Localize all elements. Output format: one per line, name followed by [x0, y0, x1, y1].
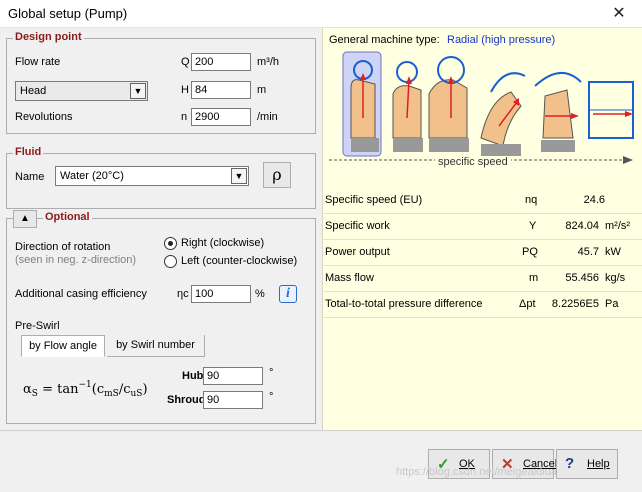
casing-efficiency-label: Additional casing efficiency	[15, 288, 147, 300]
casing-unit: %	[255, 288, 265, 300]
flow-rate-label: Flow rate	[15, 56, 61, 68]
revolutions-label: Revolutions	[15, 111, 73, 123]
result-unit: kg/s	[605, 272, 626, 284]
rotation-right-radio[interactable]	[164, 237, 177, 250]
hub-label: Hub	[182, 370, 204, 382]
rev-symbol: n	[181, 111, 188, 123]
hub-unit: °	[269, 367, 274, 379]
fluid-name-label: Name	[15, 171, 45, 183]
dialog-button-bar: ✓ OK ✕ Cancel ? Help	[0, 430, 642, 492]
result-unit: m²/s²	[605, 220, 631, 232]
flow-rate-input[interactable]	[191, 53, 251, 71]
impeller-mixed-flow	[480, 72, 526, 156]
density-button[interactable]: ρ	[263, 162, 291, 188]
hub-input[interactable]	[203, 367, 263, 385]
fluid-select[interactable]: Water (20°C) ▼	[55, 166, 249, 186]
result-symbol: PQ	[522, 246, 538, 258]
fluid-select-value: Water (20°C)	[60, 170, 124, 182]
flow-symbol: Q	[181, 56, 190, 68]
machine-type-value: Radial (high pressure)	[447, 34, 556, 46]
result-unit: kW	[605, 246, 621, 258]
result-row: Specific speed (EU) nq 24.6	[323, 188, 642, 214]
result-row: Power output PQ 45.7 kW	[323, 240, 642, 266]
result-row: Mass flow m 55.456 kg/s	[323, 266, 642, 292]
watermark-text: https://blog.csdn.net/meigeaidiua	[396, 466, 557, 478]
speed-axis-arrow	[623, 156, 633, 164]
preswirl-formula: αS = tan−1(cmS/cuS)	[23, 380, 148, 399]
result-symbol: Y	[529, 220, 537, 232]
machine-type-diagram	[329, 51, 634, 164]
result-unit: Pa	[605, 298, 619, 310]
flow-unit: m³/h	[257, 56, 279, 68]
result-value: 824.04	[565, 220, 599, 232]
result-row: Specific work Y 824.04 m²/s²	[323, 214, 642, 240]
impeller-semi-axial	[534, 72, 582, 152]
collapse-icon: ▲	[20, 213, 30, 224]
head-input[interactable]	[191, 81, 251, 99]
head-select[interactable]: Head ▼	[15, 81, 148, 101]
revolutions-input[interactable]	[191, 108, 251, 126]
shroud-input[interactable]	[203, 391, 263, 409]
fluid-legend: Fluid	[13, 146, 44, 158]
help-button[interactable]: ? Help	[556, 449, 618, 479]
left-pane: Design point Flow rate Q m³/h Head ▼ H m…	[0, 28, 322, 430]
tab-swirl-number[interactable]: by Swirl number	[107, 335, 205, 357]
help-label: Help	[587, 458, 610, 470]
result-label: Specific speed (EU)	[325, 194, 423, 206]
rotation-label: Direction of rotation	[15, 241, 111, 253]
collapse-button[interactable]: ▲	[13, 210, 37, 228]
close-icon[interactable]: ✕	[596, 0, 642, 28]
casing-efficiency-input[interactable]	[191, 285, 251, 303]
shroud-label: Shroud	[167, 394, 206, 406]
right-pane: General machine type: Radial (high press…	[322, 28, 642, 430]
result-symbol: nq	[525, 194, 538, 206]
optional-group: ▲ Optional Direction of rotation (seen i…	[6, 210, 316, 424]
rev-unit: /min	[257, 111, 278, 123]
chevron-down-icon[interactable]: ▼	[130, 83, 146, 99]
result-label: Specific work	[325, 220, 390, 232]
info-icon[interactable]: i	[279, 285, 297, 303]
window-title: Global setup (Pump)	[8, 6, 128, 21]
impeller-radial-medium	[392, 61, 423, 152]
shroud-unit: °	[269, 391, 274, 403]
result-symbol: Δpt	[519, 298, 536, 310]
result-label: Total-to-total pressure difference	[325, 298, 483, 310]
head-symbol: H	[181, 84, 189, 96]
tab-flow-angle[interactable]: by Flow angle	[21, 335, 105, 357]
head-select-value: Head	[20, 85, 47, 97]
result-value: 45.7	[577, 246, 599, 258]
design-point-group: Design point Flow rate Q m³/h Head ▼ H m…	[6, 31, 316, 134]
rotation-hint: (seen in neg. z-direction)	[15, 254, 137, 266]
result-value: 24.6	[583, 194, 605, 206]
svg-text:αS = tan−1(cmS/cuS): αS = tan−1(cmS/cuS)	[23, 380, 148, 399]
optional-legend: Optional	[43, 211, 92, 223]
design-point-legend: Design point	[13, 31, 84, 43]
result-row: Total-to-total pressure difference Δpt 8…	[323, 292, 642, 318]
rotation-left-radio[interactable]	[164, 255, 177, 268]
rotation-left-label[interactable]: Left (counter-clockwise)	[181, 255, 297, 267]
head-unit: m	[257, 84, 267, 96]
result-symbol: m	[529, 272, 539, 284]
specific-speed-caption: specific speed	[435, 156, 511, 168]
question-icon: ?	[565, 455, 575, 472]
fluid-group: Fluid Name Water (20°C) ▼ ρ	[6, 146, 316, 209]
casing-symbol: ηc	[177, 288, 189, 300]
result-value: 8.2256E5	[551, 298, 599, 310]
result-label: Power output	[325, 246, 390, 258]
result-value: 55.456	[565, 272, 599, 284]
machine-type-label: General machine type:	[329, 34, 440, 46]
rotation-right-label[interactable]: Right (clockwise)	[181, 237, 264, 249]
result-label: Mass flow	[325, 272, 374, 284]
preswirl-label: Pre-Swirl	[15, 320, 60, 332]
impeller-axial	[588, 81, 634, 139]
title-bar: Global setup (Pump) ✕	[0, 0, 642, 28]
chevron-down-icon[interactable]: ▼	[231, 168, 247, 184]
impeller-radial-low	[428, 56, 469, 152]
